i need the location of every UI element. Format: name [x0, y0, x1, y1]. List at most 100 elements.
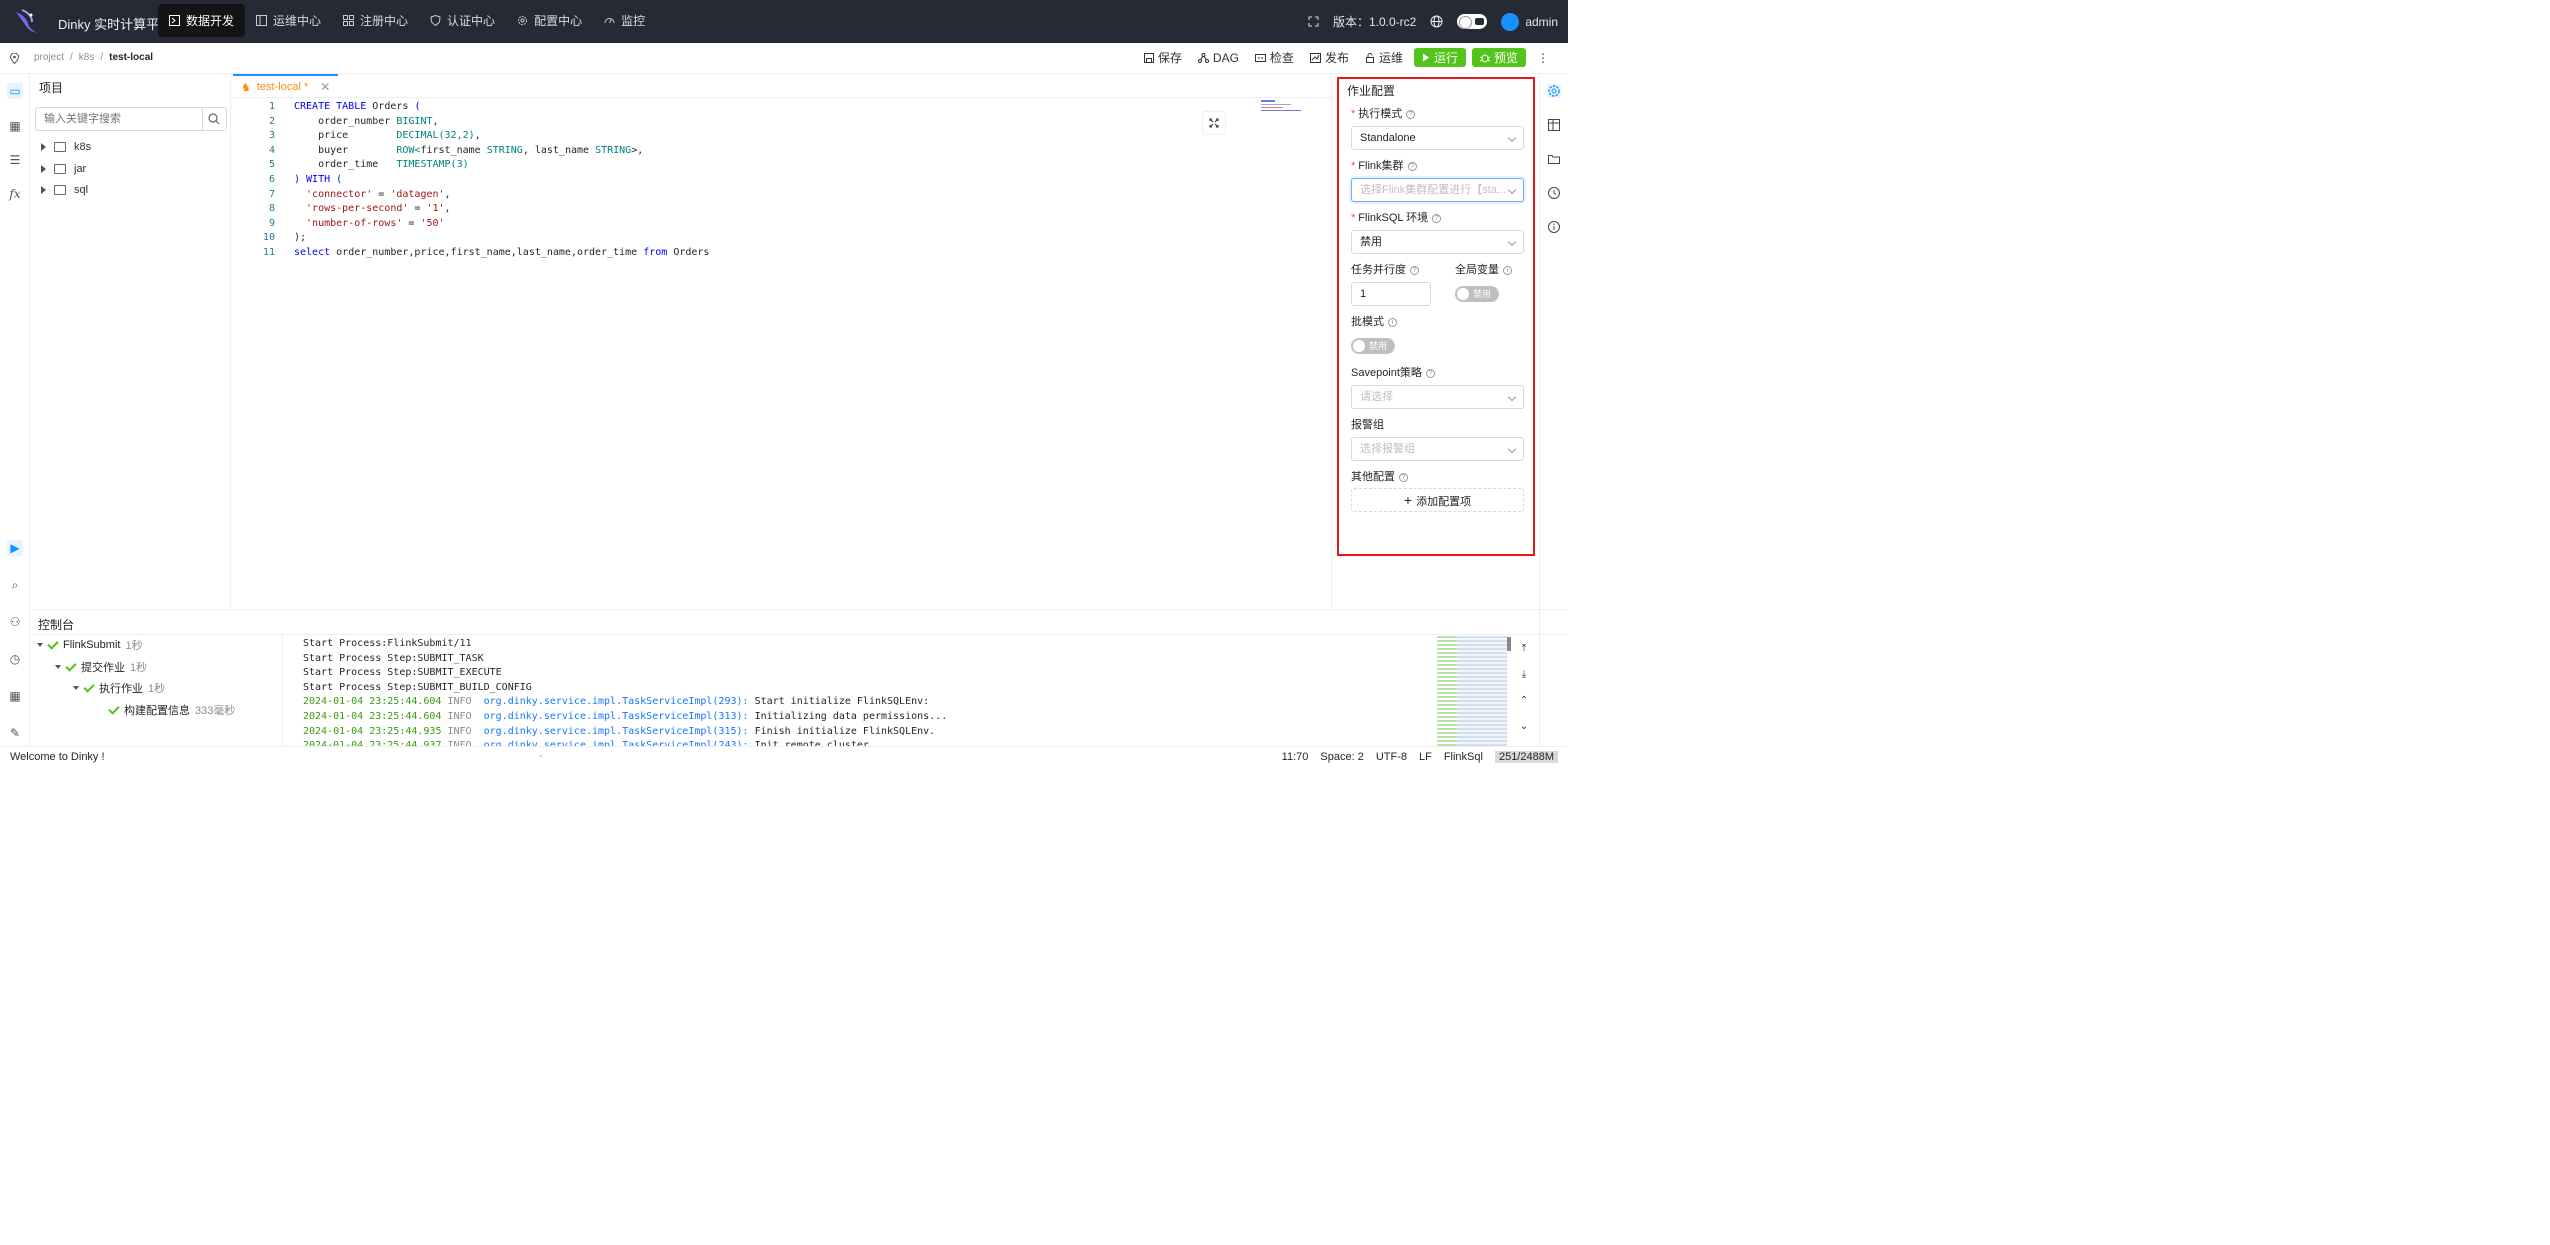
global-var-switch[interactable]: 禁用	[1455, 286, 1499, 302]
console-title: 控制台	[38, 618, 75, 632]
scroll-top-icon[interactable]: ⤒	[1517, 642, 1531, 656]
caret-right-icon[interactable]	[41, 186, 46, 194]
line-ending[interactable]: LF	[1419, 751, 1432, 763]
info-icon[interactable]	[1547, 220, 1561, 234]
tree-node-k8s[interactable]: k8s	[41, 138, 91, 156]
chevron-down-icon	[1507, 185, 1517, 195]
indent-setting[interactable]: Space: 2	[1320, 751, 1363, 763]
nav-config-center[interactable]: 配置中心	[506, 4, 593, 37]
process-node[interactable]: FlinkSubmit 1秒	[37, 636, 143, 654]
question-icon[interactable]: ?	[1432, 213, 1442, 223]
scroll-bottom-icon[interactable]: ⤓	[1517, 668, 1531, 682]
scroll-up-icon[interactable]: ⌃	[1517, 694, 1531, 708]
history-clock-icon[interactable]	[1547, 186, 1561, 200]
search-result-icon[interactable]: ⌕	[7, 577, 23, 593]
folder-icon[interactable]	[1547, 152, 1561, 166]
code-line[interactable]: );	[294, 230, 306, 245]
question-icon[interactable]: ?	[1425, 368, 1435, 378]
caret-down-icon[interactable]	[55, 665, 61, 669]
code-line[interactable]: select order_number,price,first_name,las…	[294, 245, 709, 260]
tree-node-jar[interactable]: jar	[41, 160, 86, 178]
project-title: 项目	[39, 81, 64, 95]
question-icon[interactable]: ?	[1410, 265, 1419, 275]
label-text: 执行模式	[1358, 108, 1403, 120]
preview-button[interactable]: 预览	[1471, 48, 1526, 67]
nav-data-dev[interactable]: 数据开发	[158, 4, 246, 37]
nav-auth-center[interactable]: 认证中心	[419, 4, 506, 37]
log-scrollbar[interactable]	[1507, 637, 1511, 651]
question-icon[interactable]: ?	[1407, 161, 1417, 171]
save-button[interactable]: 保存	[1139, 48, 1187, 67]
history-icon[interactable]: ◷	[7, 651, 23, 667]
cursor-position[interactable]: 11:70	[1282, 751, 1309, 763]
run-button[interactable]: 运行	[1413, 48, 1466, 67]
project-search-input[interactable]	[36, 108, 203, 130]
breadcrumb-item[interactable]: k8s	[79, 52, 95, 63]
nav-ops-center[interactable]: 运维中心	[245, 4, 332, 37]
question-icon[interactable]: ?	[1406, 109, 1416, 119]
more-menu-button[interactable]: ⋮	[1532, 48, 1554, 67]
catalog-icon[interactable]: ☰	[7, 152, 23, 168]
fullscreen-icon[interactable]	[1308, 16, 1319, 27]
close-icon[interactable]: ✕	[320, 80, 330, 94]
console-icon[interactable]: ▶	[7, 540, 23, 556]
code-line[interactable]: price DECIMAL(32,2),	[294, 128, 481, 143]
language-mode[interactable]: FlinkSql	[1444, 751, 1483, 763]
question-icon[interactable]: ?	[1399, 472, 1408, 482]
dag-button[interactable]: DAG	[1193, 48, 1244, 67]
user-menu[interactable]: admin	[1501, 12, 1558, 31]
nav-registry[interactable]: 注册中心	[332, 4, 419, 37]
breadcrumb-item[interactable]: project	[34, 52, 64, 63]
info-icon[interactable]: i	[1503, 265, 1512, 275]
table-icon[interactable]	[1547, 118, 1561, 132]
settings-gear-icon[interactable]	[1547, 84, 1561, 98]
language-globe-icon[interactable]	[1430, 15, 1443, 28]
code-line[interactable]: order_time TIMESTAMP(3)	[294, 157, 469, 172]
editor-minimap[interactable]	[1261, 98, 1307, 114]
process-node[interactable]: 执行作业 1秒	[73, 679, 165, 697]
code-line[interactable]: ) WITH (	[294, 172, 342, 187]
dinky-logo[interactable]	[12, 6, 42, 36]
table-data-icon[interactable]: ▦	[7, 688, 23, 704]
project-tree-icon[interactable]: ▭	[7, 83, 23, 99]
caret-right-icon[interactable]	[41, 165, 46, 173]
code-line[interactable]: 'number-of-rows' = '50'	[294, 216, 445, 231]
code-line[interactable]: 'rows-per-second' = '1',	[294, 201, 451, 216]
scroll-down-icon[interactable]: ⌄	[1517, 720, 1531, 734]
caret-right-icon[interactable]	[41, 143, 46, 151]
check-button[interactable]: 检查	[1250, 48, 1299, 67]
add-config-item-button[interactable]: + 添加配置项	[1351, 488, 1524, 512]
info-icon[interactable]: i	[1388, 317, 1397, 327]
tab-test-local[interactable]: ♞ test-local * ✕	[233, 74, 339, 98]
cluster-select[interactable]: 选择Flink集群配置进行【sta...	[1351, 178, 1524, 202]
label-text: FlinkSQL 环境	[1358, 212, 1429, 224]
code-line[interactable]: order_number BIGINT,	[294, 114, 438, 129]
search-button[interactable]	[202, 108, 226, 130]
process-node[interactable]: 构建配置信息 333毫秒	[108, 701, 235, 719]
savepoint-select[interactable]: 请选择	[1351, 385, 1524, 409]
tree-node-sql[interactable]: sql	[41, 181, 88, 199]
code-line[interactable]: 'connector' = 'datagen',	[294, 187, 451, 202]
lineage-icon[interactable]: ⚇	[7, 614, 23, 630]
process-node[interactable]: 提交作业 1秒	[55, 658, 147, 676]
function-icon[interactable]: fx	[7, 186, 23, 202]
exec-mode-select[interactable]: Standalone	[1351, 126, 1524, 150]
publish-button[interactable]: 发布	[1305, 48, 1354, 67]
theme-toggle[interactable]	[1457, 14, 1488, 29]
encoding[interactable]: UTF-8	[1376, 751, 1407, 763]
nav-monitor[interactable]: 监控	[593, 4, 656, 37]
alert-group-select[interactable]: 选择报警组	[1351, 437, 1524, 461]
table-icon[interactable]: ▦	[7, 118, 23, 134]
batch-mode-switch[interactable]: 禁用	[1351, 338, 1395, 354]
ops-button[interactable]: 运维	[1360, 48, 1408, 67]
editor-fullscreen-button[interactable]	[1202, 111, 1226, 135]
tools-icon[interactable]: ✎	[7, 725, 23, 741]
parallelism-input[interactable]: 1	[1351, 282, 1431, 306]
code-line[interactable]: CREATE TABLE Orders (	[294, 99, 420, 114]
code-line[interactable]: buyer ROW<first_name STRING, last_name S…	[294, 143, 643, 158]
env-select[interactable]: 禁用	[1351, 230, 1524, 254]
console-log[interactable]: Start Process:FlinkSubmit/11 Start Proces…	[284, 636, 1434, 746]
caret-down-icon[interactable]	[73, 686, 79, 690]
caret-down-icon[interactable]	[37, 643, 43, 647]
log-minimap[interactable]	[1437, 636, 1507, 746]
